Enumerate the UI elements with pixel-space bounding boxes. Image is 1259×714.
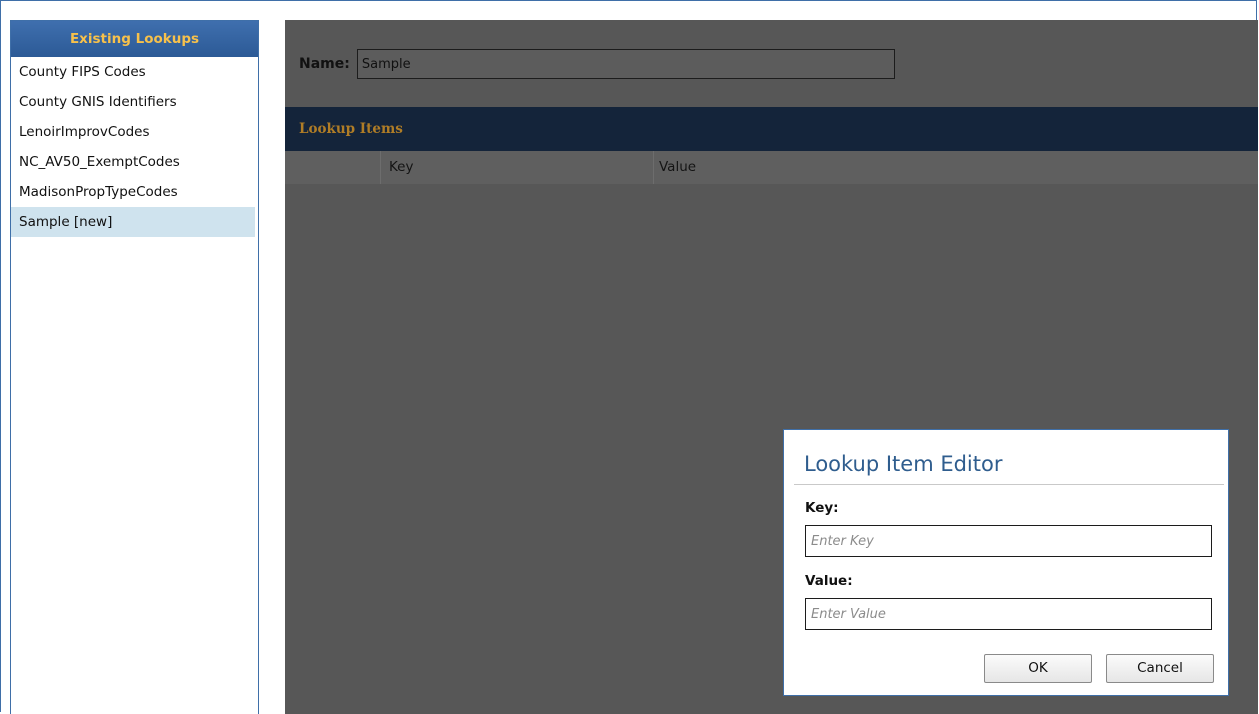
sidebar-item-sample-new[interactable]: Sample [new] [11,207,255,237]
grid-column-key[interactable]: Key [381,151,654,184]
lookups-list: County FIPS Codes County GNIS Identifier… [11,57,258,237]
sidebar-item-lenoir-improv-codes[interactable]: LenoirImprovCodes [11,117,255,147]
cancel-button[interactable]: Cancel [1106,654,1214,683]
dialog-title: Lookup Item Editor [804,452,1003,476]
lookup-items-header: Lookup Items [285,107,1258,151]
dialog-divider [794,484,1224,485]
name-input[interactable] [356,49,895,79]
value-label: Value: [805,573,853,589]
lookup-items-grid-header: Key Value [285,151,1258,184]
key-input[interactable] [805,525,1212,557]
name-row: Name: [299,49,895,79]
name-label: Name: [299,56,350,72]
sidebar-title: Existing Lookups [11,21,258,57]
sidebar-item-nc-av50-exempt-codes[interactable]: NC_AV50_ExemptCodes [11,147,255,177]
ok-button[interactable]: OK [984,654,1092,683]
key-label: Key: [805,500,839,516]
grid-column-value[interactable]: Value [654,151,1258,184]
lookups-sidebar: Existing Lookups County FIPS Codes Count… [10,20,259,714]
sidebar-item-county-fips-codes[interactable]: County FIPS Codes [11,57,255,87]
lookup-item-editor-dialog: Lookup Item Editor Key: Value: OK Cancel [783,429,1229,696]
grid-column-actions [285,151,381,184]
sidebar-item-madison-prop-type-codes[interactable]: MadisonPropTypeCodes [11,177,255,207]
value-input[interactable] [805,598,1212,630]
app-frame: Existing Lookups County FIPS Codes Count… [0,0,1258,714]
sidebar-item-county-gnis-identifiers[interactable]: County GNIS Identifiers [11,87,255,117]
